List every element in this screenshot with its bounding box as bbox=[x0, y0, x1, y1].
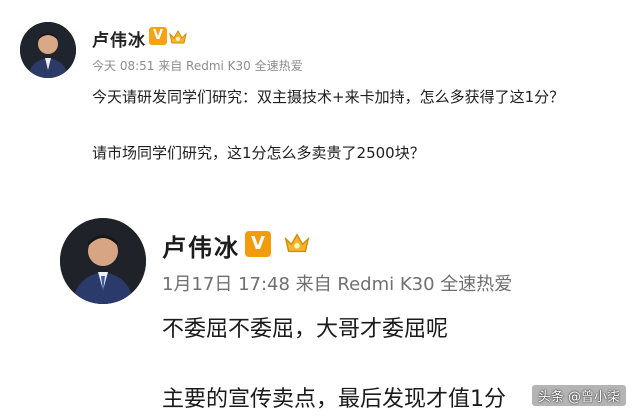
avatar[interactable] bbox=[60, 218, 146, 304]
screenshot-canvas: 卢伟冰 V 今天 08:51 来自 Redmi K30 全速热爱 今天请研发同学… bbox=[0, 0, 640, 416]
verified-badge-icon: V bbox=[245, 231, 271, 257]
post-text: 请市场同学们研究，这1分怎么多卖贵了2500块？ bbox=[92, 144, 425, 162]
author-name[interactable]: 卢伟冰 bbox=[162, 228, 240, 263]
author-name[interactable]: 卢伟冰 bbox=[92, 26, 146, 51]
member-crown-icon bbox=[169, 29, 187, 44]
post-text: 今天请研发同学们研究：双主摄技术+来卡加持，怎么多获得了这1分？ bbox=[92, 88, 565, 106]
post-text: 不委屈不委屈，大哥才委屈呢 bbox=[162, 317, 449, 342]
avatar[interactable] bbox=[20, 22, 76, 78]
post-meta: 1月17日 17:48 来自 Redmi K30 全速热爱 bbox=[162, 274, 513, 295]
avatar-portrait-icon bbox=[20, 22, 76, 78]
watermark: 头条 @曾小柒 bbox=[531, 385, 626, 406]
verified-badge-icon: V bbox=[149, 27, 167, 45]
avatar-portrait-icon bbox=[60, 218, 146, 304]
post-meta: 今天 08:51 来自 Redmi K30 全速热爱 bbox=[92, 59, 303, 73]
post-text: 主要的宣传卖点，最后发现才值1分 bbox=[162, 387, 506, 412]
member-crown-icon bbox=[284, 233, 310, 253]
